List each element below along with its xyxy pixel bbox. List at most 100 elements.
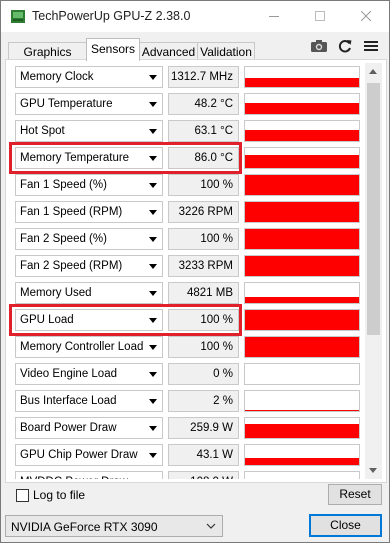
sensor-graph <box>244 93 360 115</box>
sensor-graph <box>244 174 360 196</box>
gpu-z-app-icon <box>11 10 25 23</box>
sensor-row: Fan 2 Speed (%) 100 % <box>11 228 361 250</box>
dropdown-arrow-icon <box>149 453 157 458</box>
sensor-graph <box>244 309 360 331</box>
sensor-list-scrollbar[interactable] <box>365 63 382 479</box>
sensor-graph <box>244 444 360 466</box>
sensor-value-text: 4821 MB <box>186 287 233 299</box>
sensor-name-dropdown[interactable]: Video Engine Load <box>15 363 163 385</box>
sensor-row: Board Power Draw 259.9 W <box>11 417 361 439</box>
sensor-graph <box>244 66 360 88</box>
sensor-row: GPU Chip Power Draw 43.1 W <box>11 444 361 466</box>
sensor-row: MVDDC Power Draw 108.0 W <box>11 471 361 479</box>
tab-validation[interactable]: Validation <box>197 42 255 60</box>
dropdown-arrow-icon <box>149 291 157 296</box>
sensor-name-dropdown[interactable]: Fan 2 Speed (RPM) <box>15 255 163 277</box>
close-icon <box>361 11 371 21</box>
sensor-name-dropdown[interactable]: Memory Temperature <box>15 147 163 169</box>
menu-button[interactable] <box>361 37 381 55</box>
sensor-name: GPU Chip Power Draw <box>20 449 138 461</box>
scroll-up-icon[interactable] <box>369 69 377 74</box>
tab-bar: Graphics Card Sensors Advanced Validatio… <box>1 32 389 77</box>
scroll-down-icon[interactable] <box>369 468 377 473</box>
sensor-graph <box>244 471 360 479</box>
screenshot-button[interactable] <box>309 37 329 55</box>
gpu-select[interactable]: NVIDIA GeForce RTX 3090 <box>5 515 223 537</box>
sensor-name-dropdown[interactable]: Fan 2 Speed (%) <box>15 228 163 250</box>
close-button[interactable]: Close <box>309 514 382 537</box>
sensor-name-dropdown[interactable]: Fan 1 Speed (RPM) <box>15 201 163 223</box>
dropdown-arrow-icon <box>149 426 157 431</box>
sensor-value: 48.2 °C <box>168 93 239 115</box>
sensor-graph-bar <box>245 130 359 141</box>
title-bar[interactable]: TechPowerUp GPU-Z 2.38.0 <box>1 1 389 32</box>
sensor-name-dropdown[interactable]: Fan 1 Speed (%) <box>15 174 163 196</box>
sensor-value-text: 100 % <box>200 179 233 191</box>
sensor-value: 100 % <box>168 309 239 331</box>
dropdown-arrow-icon <box>149 102 157 107</box>
sensor-name-dropdown[interactable]: Bus Interface Load <box>15 390 163 412</box>
tab-sensors[interactable]: Sensors <box>86 38 140 61</box>
sensor-name-dropdown[interactable]: Hot Spot <box>15 120 163 142</box>
sensor-graph-bar <box>245 337 359 357</box>
sensor-value: 0 % <box>168 363 239 385</box>
sensor-row: Video Engine Load 0 % <box>11 363 361 385</box>
dropdown-arrow-icon <box>149 264 157 269</box>
reset-button[interactable]: Reset <box>328 484 382 505</box>
gpu-z-window: TechPowerUp GPU-Z 2.38.0 Graphics Card S… <box>0 0 390 543</box>
sensor-name-dropdown[interactable]: Memory Used <box>15 282 163 304</box>
sensor-graph <box>244 120 360 142</box>
sensor-graph <box>244 363 360 385</box>
sensor-row: Memory Used 4821 MB <box>11 282 361 304</box>
sensor-name-dropdown[interactable]: MVDDC Power Draw <box>15 471 163 479</box>
sensor-row: Fan 1 Speed (%) 100 % <box>11 174 361 196</box>
sensor-name: Memory Used <box>20 287 92 299</box>
sensor-name-dropdown[interactable]: GPU Temperature <box>15 93 163 115</box>
close-window-button[interactable] <box>343 1 389 32</box>
sensor-name-dropdown[interactable]: GPU Chip Power Draw <box>15 444 163 466</box>
dropdown-arrow-icon <box>149 129 157 134</box>
sensor-row: Fan 2 Speed (RPM) 3233 RPM <box>11 255 361 277</box>
minimize-button[interactable] <box>251 1 297 32</box>
sensor-row: GPU Load 100 % <box>11 309 361 331</box>
sensor-value: 259.9 W <box>168 417 239 439</box>
refresh-icon <box>338 40 352 53</box>
sensor-graph-bar <box>245 175 359 195</box>
sensor-name-dropdown[interactable]: GPU Load <box>15 309 163 331</box>
sensor-value: 108.0 W <box>168 471 239 479</box>
dropdown-arrow-icon <box>149 318 157 323</box>
sensor-value-text: 1312.7 MHz <box>170 71 233 83</box>
sensor-name: Fan 1 Speed (%) <box>20 179 107 191</box>
tab-advanced[interactable]: Advanced <box>139 42 198 60</box>
sensor-value: 63.1 °C <box>168 120 239 142</box>
sensor-value: 3233 RPM <box>168 255 239 277</box>
sensor-name: MVDDC Power Draw <box>20 476 128 479</box>
sensor-graph-bar <box>245 78 359 87</box>
sensor-value-text: 100 % <box>200 233 233 245</box>
maximize-button[interactable] <box>297 1 343 32</box>
scrollbar-thumb[interactable] <box>367 83 380 335</box>
dropdown-arrow-icon <box>149 75 157 80</box>
sensor-graph <box>244 228 360 250</box>
sensor-value-text: 259.9 W <box>190 422 233 434</box>
sensor-name: GPU Load <box>20 314 74 326</box>
sensor-graph-bar <box>245 155 359 168</box>
sensor-value-text: 48.2 °C <box>194 98 233 110</box>
sensor-name: Bus Interface Load <box>20 395 117 407</box>
sensor-row: Hot Spot 63.1 °C <box>11 120 361 142</box>
sensor-name-dropdown[interactable]: Memory Clock <box>15 66 163 88</box>
sensor-name: Fan 2 Speed (RPM) <box>20 260 123 272</box>
tab-graphics-card[interactable]: Graphics Card <box>8 42 87 77</box>
sensor-name-dropdown[interactable]: Memory Controller Load <box>15 336 163 358</box>
refresh-button[interactable] <box>335 37 355 55</box>
chevron-down-icon <box>206 523 216 529</box>
sensor-graph <box>244 201 360 223</box>
log-to-file-checkbox[interactable] <box>16 489 29 502</box>
sensor-graph-bar <box>245 256 359 276</box>
sensor-name-dropdown[interactable]: Board Power Draw <box>15 417 163 439</box>
sensor-graph-bar <box>245 310 359 330</box>
sensor-value-text: 108.0 W <box>190 476 233 479</box>
sensor-row: Memory Temperature 86.0 °C <box>11 147 361 169</box>
window-title: TechPowerUp GPU-Z 2.38.0 <box>32 9 191 23</box>
dropdown-arrow-icon <box>149 345 157 350</box>
